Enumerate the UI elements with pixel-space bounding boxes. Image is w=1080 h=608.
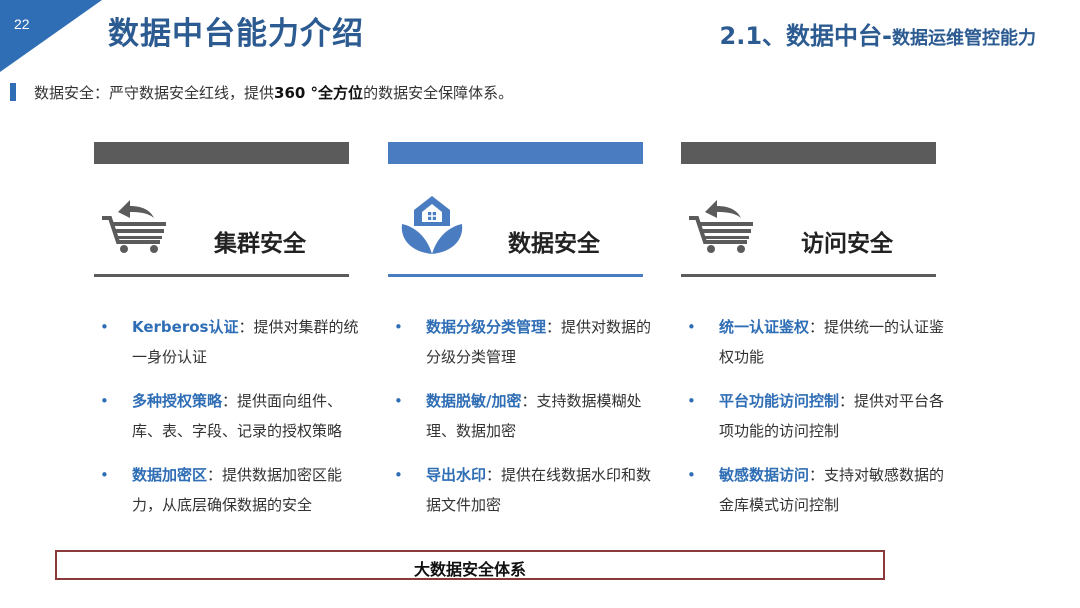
column-rule [388, 274, 643, 277]
shield-leaf-icon [401, 196, 463, 254]
bullet-icon: • [100, 318, 109, 336]
subtitle-small: 数据运维管控能力 [892, 28, 1036, 49]
list-item: • 统一认证鉴权：提供统一的认证鉴权功能 [681, 312, 947, 372]
page-number: 22 [14, 16, 30, 32]
list-item: • 导出水印：提供在线数据水印和数据文件加密 [388, 460, 654, 520]
column-data-security: 数据安全 • 数据分级分类管理：提供对数据的分级分类管理 • 数据脱敏/加密：支持数… [388, 142, 651, 514]
bullet-icon: • [394, 318, 403, 336]
list-item: • 数据脱敏/加密：支持数据模糊处理、数据加密 [388, 386, 654, 446]
column-access-security: 访问安全 • 统一认证鉴权：提供统一的认证鉴权功能 • 平台功能访问控制：提供对平台… [681, 142, 944, 514]
list-item: • Kerberos认证：提供对集群的统一身份认证 [94, 312, 360, 372]
column-header: 数据安全 [388, 164, 643, 274]
item-keyword: 平台功能访问控制 [719, 392, 840, 410]
item-keyword: 统一认证鉴权 [719, 318, 810, 336]
column-rule [681, 274, 936, 277]
intro-text: 数据安全：严守数据安全红线，提供360 °全方位的数据安全保障体系。 [34, 82, 513, 103]
column-item-list: • 数据分级分类管理：提供对数据的分级分类管理 • 数据脱敏/加密：支持数据模糊处理… [388, 312, 651, 520]
subtitle-main: 2.1、数据中台- [719, 22, 892, 50]
shopping-cart-icon [689, 200, 753, 253]
item-keyword: 敏感数据访问 [719, 466, 810, 484]
item-keyword: 数据分级分类管理 [426, 318, 547, 336]
slide-title: 数据中台能力介绍 [108, 16, 364, 52]
item-keyword: 导出水印 [426, 466, 487, 484]
intro-marker [10, 83, 16, 101]
intro-suffix: 的数据安全保障体系。 [363, 84, 514, 102]
bullet-icon: • [100, 392, 109, 410]
bullet-icon: • [394, 466, 403, 484]
item-keyword: 多种授权策略 [132, 392, 223, 410]
item-keyword: 数据加密区 [132, 466, 208, 484]
footer-banner: 大数据安全体系 [55, 550, 885, 580]
list-item: • 数据分级分类管理：提供对数据的分级分类管理 [388, 312, 654, 372]
column-rule [94, 274, 349, 277]
column-title: 数据安全 [508, 231, 600, 257]
column-top-bar [94, 142, 349, 164]
list-item: • 多种授权策略：提供面向组件、库、表、字段、记录的授权策略 [94, 386, 360, 446]
column-title: 访问安全 [801, 231, 893, 257]
column-cluster-security: 集群安全 • Kerberos认证：提供对集群的统一身份认证 • 多种授权策略：提供… [94, 142, 359, 514]
column-header: 集群安全 [94, 164, 349, 274]
list-item: • 数据加密区：提供数据加密区能力，从底层确保数据的安全 [94, 460, 360, 520]
list-item: • 平台功能访问控制：提供对平台各项功能的访问控制 [681, 386, 947, 446]
column-item-list: • 统一认证鉴权：提供统一的认证鉴权功能 • 平台功能访问控制：提供对平台各项功能的… [681, 312, 944, 520]
list-item: • 敏感数据访问：支持对敏感数据的金库模式访问控制 [681, 460, 947, 520]
slide-subtitle: 2.1、数据中台-数据运维管控能力 [720, 16, 1036, 51]
item-keyword: Kerberos认证 [132, 318, 239, 336]
shopping-cart-icon [102, 200, 166, 253]
corner-triangle [0, 0, 102, 72]
footer-title: 大数据安全体系 [413, 560, 526, 579]
intro-prefix: 数据安全：严守数据安全红线，提供 [34, 84, 275, 102]
intro-bold: 360 °全方位 [274, 84, 364, 102]
column-item-list: • Kerberos认证：提供对集群的统一身份认证 • 多种授权策略：提供面向组件、… [94, 312, 359, 520]
bullet-icon: • [687, 392, 696, 410]
item-keyword: 数据脱敏/加密 [426, 392, 522, 410]
bullet-icon: • [687, 466, 696, 484]
bullet-icon: • [687, 318, 696, 336]
column-top-bar [681, 142, 936, 164]
column-title: 集群安全 [214, 231, 306, 257]
column-header: 访问安全 [681, 164, 936, 274]
bullet-icon: • [100, 466, 109, 484]
bullet-icon: • [394, 392, 403, 410]
column-top-bar [388, 142, 643, 164]
